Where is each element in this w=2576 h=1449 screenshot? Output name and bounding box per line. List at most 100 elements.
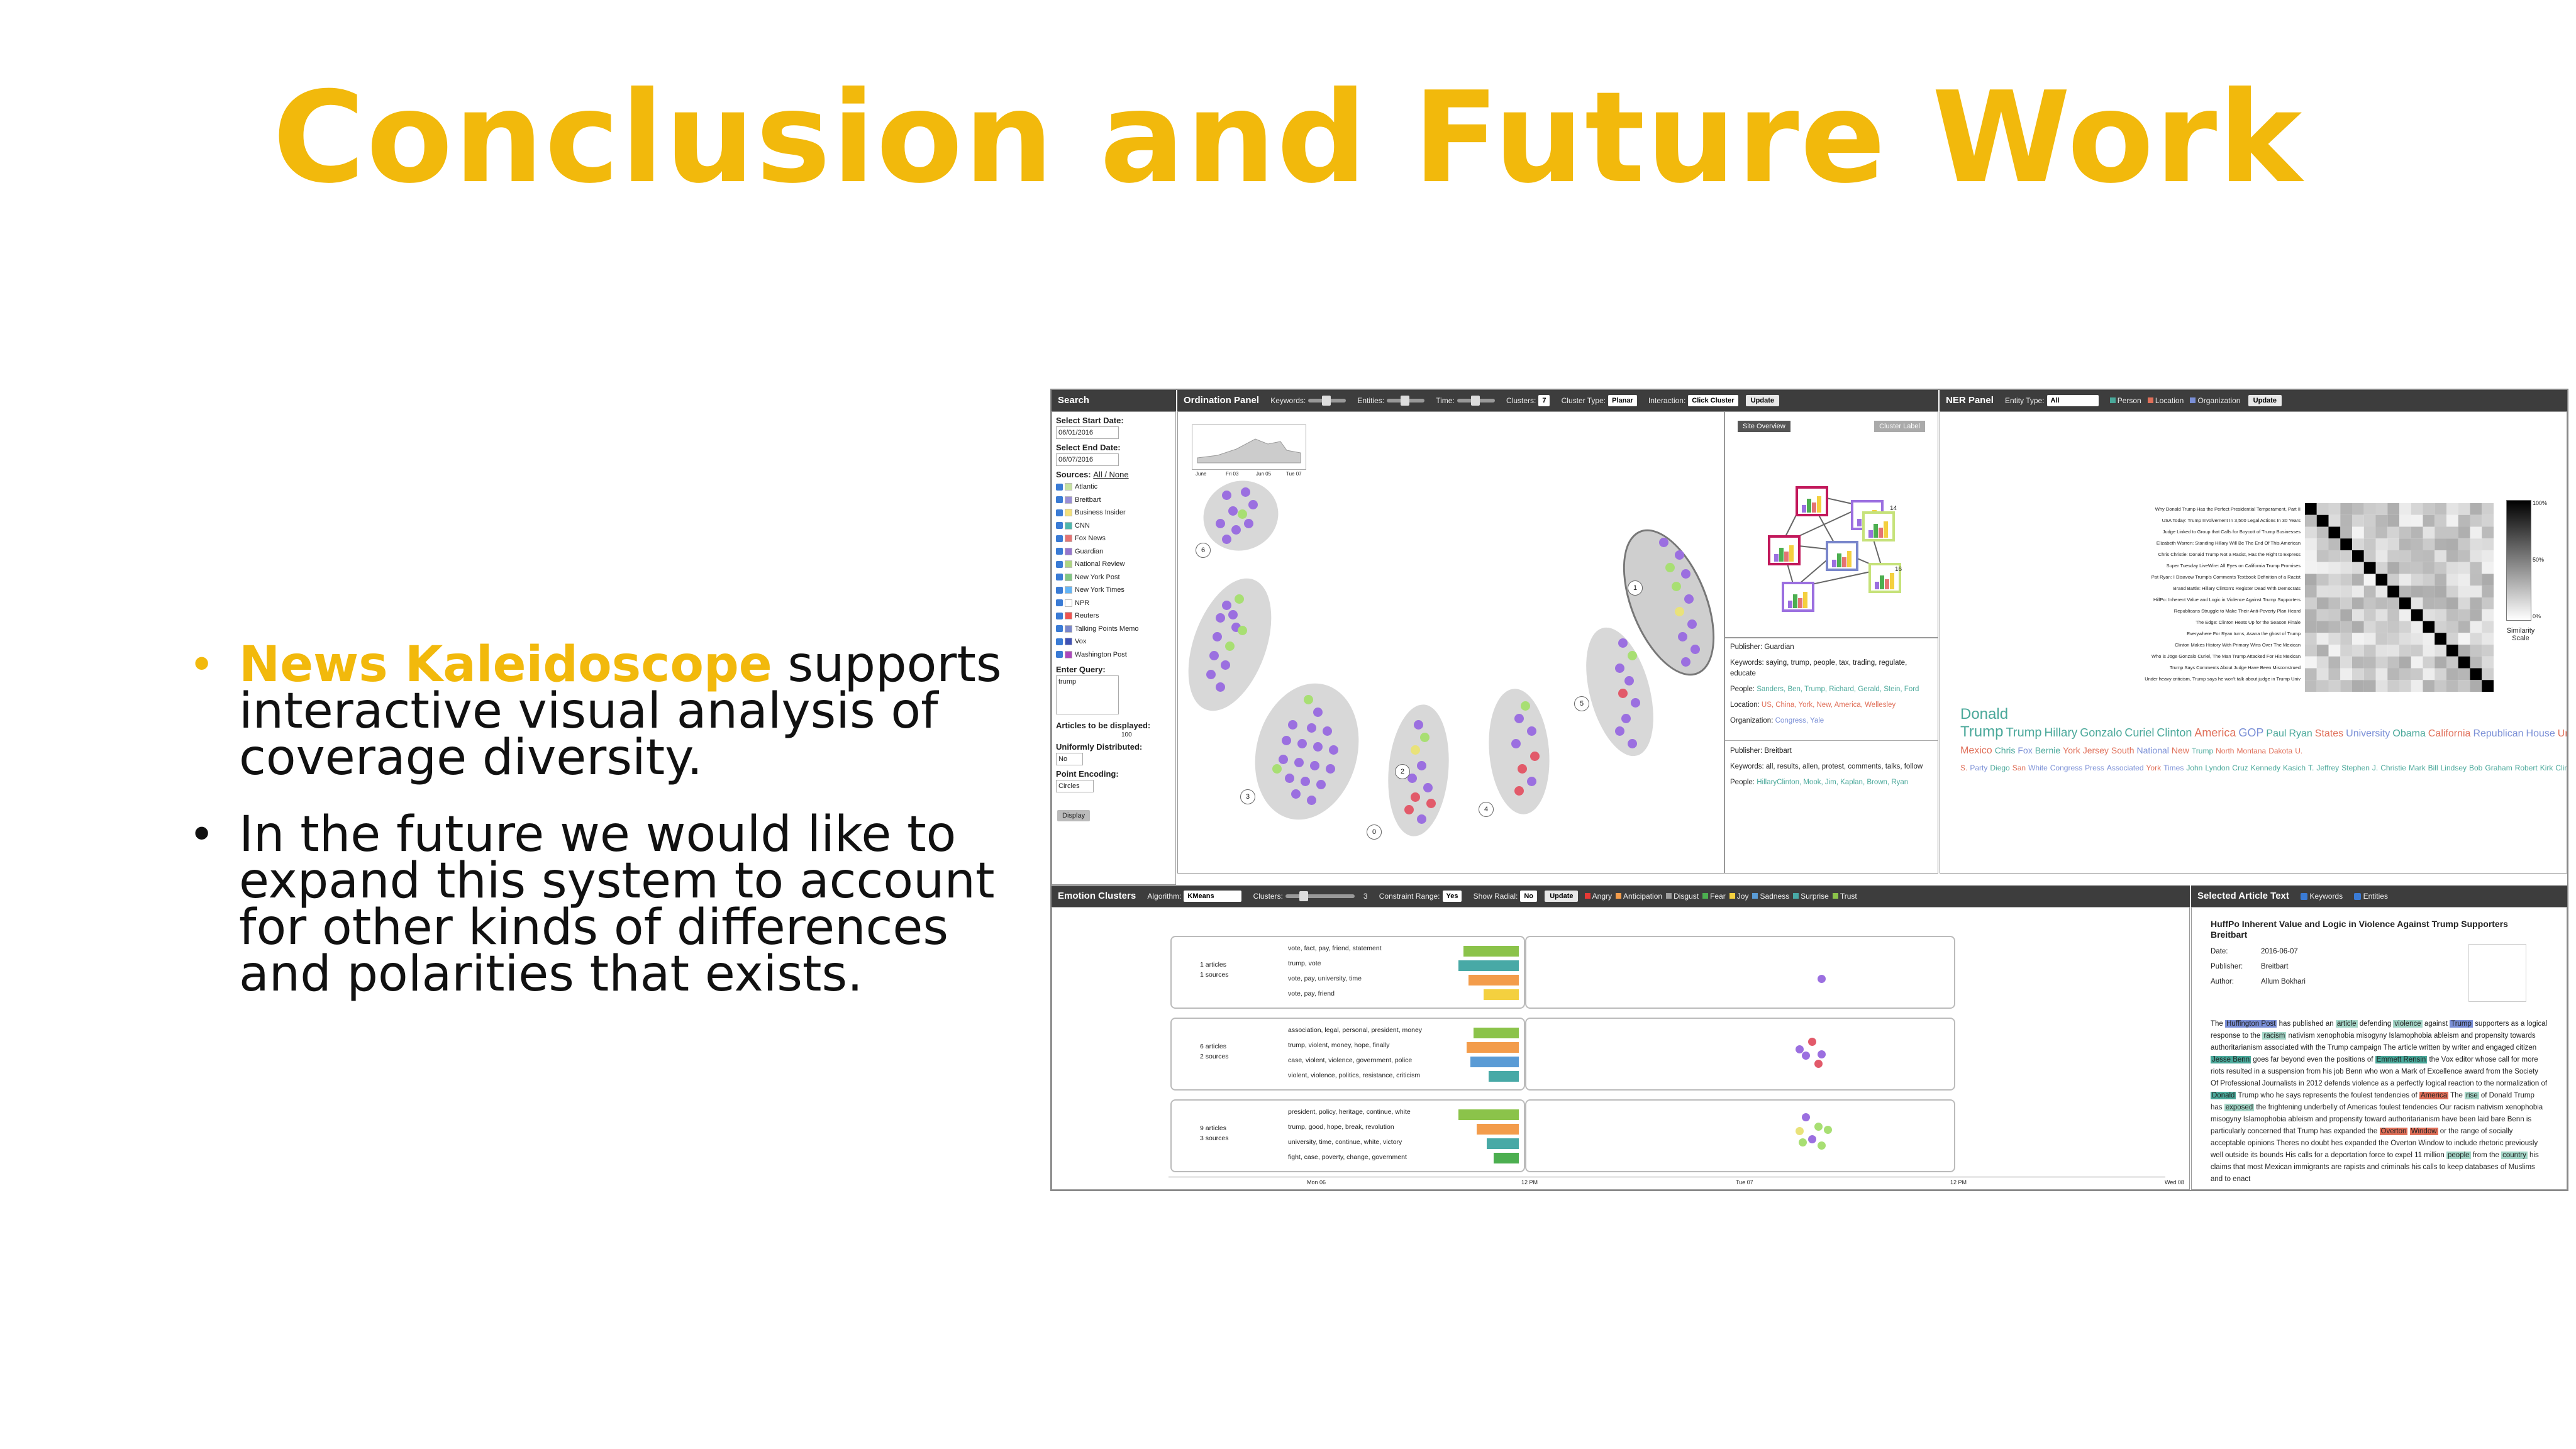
cluster-number[interactable]: 2 — [1395, 764, 1410, 779]
heatmap-cell[interactable] — [2305, 586, 2317, 597]
entity-term[interactable]: Republican — [2473, 728, 2523, 739]
heatmap-cell[interactable] — [2363, 562, 2376, 574]
heatmap-cell[interactable] — [2340, 621, 2352, 633]
heatmap-cell[interactable] — [2375, 562, 2388, 574]
heatmap-cell[interactable] — [2458, 538, 2470, 550]
heatmap-cell[interactable] — [2399, 633, 2411, 645]
source-item[interactable]: Fox News — [1056, 532, 1175, 545]
heatmap-cell[interactable] — [2352, 680, 2364, 692]
heatmap-cell[interactable] — [2340, 550, 2352, 562]
article-entity-highlight[interactable]: violence — [2393, 1020, 2423, 1028]
graph-node[interactable] — [1862, 511, 1895, 541]
articles-count[interactable]: 100 — [1121, 731, 1175, 738]
heatmap-cell[interactable] — [2305, 514, 2317, 527]
heatmap-cell[interactable] — [2363, 597, 2376, 609]
graph-node[interactable] — [1782, 582, 1814, 612]
heatmap-cell[interactable] — [2458, 514, 2470, 527]
emotion-article-dot[interactable] — [1814, 1123, 1823, 1131]
entity-term[interactable]: Hillary — [2045, 726, 2078, 740]
article-point[interactable] — [1285, 774, 1294, 783]
heatmap-cell[interactable] — [2352, 609, 2364, 621]
article-point[interactable] — [1326, 764, 1335, 774]
interaction-select[interactable]: Click Cluster — [1688, 395, 1738, 407]
heatmap-cell[interactable] — [2305, 597, 2317, 609]
heatmap-cell[interactable] — [2423, 538, 2435, 550]
heatmap-cell[interactable] — [2446, 574, 2458, 586]
heatmap-cell[interactable] — [2446, 514, 2458, 527]
heatmap-cell[interactable] — [2340, 562, 2352, 574]
heatmap-cell[interactable] — [2482, 633, 2494, 645]
source-checkbox[interactable] — [1056, 599, 1063, 607]
article-entity-highlight[interactable]: country — [2501, 1152, 2528, 1159]
point-encoding-select[interactable]: Circles — [1056, 780, 1094, 792]
heatmap-cell[interactable] — [2446, 680, 2458, 692]
heatmap-cell[interactable] — [2387, 538, 2399, 550]
heatmap-row-label[interactable]: Super Tuesday LiveWire: All Eyes on Cali… — [2099, 563, 2301, 569]
source-item[interactable]: Washington Post — [1056, 648, 1175, 662]
entity-term[interactable]: Montana — [2236, 747, 2266, 755]
heatmap-cell[interactable] — [2316, 562, 2329, 574]
similarity-heatmap[interactable] — [2305, 503, 2494, 692]
keywords-slider[interactable] — [1308, 396, 1346, 406]
heatmap-cell[interactable] — [2387, 656, 2399, 669]
heatmap-cell[interactable] — [2458, 574, 2470, 586]
heatmap-cell[interactable] — [2446, 526, 2458, 539]
heatmap-cell[interactable] — [2352, 514, 2364, 527]
article-point[interactable] — [1414, 720, 1423, 730]
heatmap-cell[interactable] — [2387, 621, 2399, 633]
radial-select[interactable]: No — [1520, 891, 1538, 902]
article-point[interactable] — [1530, 752, 1540, 761]
source-checkbox[interactable] — [1056, 638, 1063, 645]
entity-term[interactable]: Kasich — [2283, 763, 2306, 772]
article-point[interactable] — [1323, 726, 1332, 736]
source-checkbox[interactable] — [1056, 548, 1063, 555]
article-point[interactable] — [1209, 651, 1219, 660]
heatmap-cell[interactable] — [2470, 621, 2482, 633]
entity-term[interactable]: New — [2172, 745, 2189, 755]
heatmap-cell[interactable] — [2482, 526, 2494, 539]
source-item[interactable]: Reuters — [1056, 609, 1175, 623]
article-point[interactable] — [1672, 582, 1681, 591]
heatmap-cell[interactable] — [2482, 574, 2494, 586]
heatmap-cell[interactable] — [2375, 526, 2388, 539]
emotion-bar[interactable] — [1463, 946, 1519, 957]
heatmap-cell[interactable] — [2399, 597, 2411, 609]
ner-update-button[interactable]: Update — [2248, 395, 2282, 407]
heatmap-cell[interactable] — [2411, 645, 2423, 657]
heatmap-cell[interactable] — [2458, 550, 2470, 562]
graph-node[interactable] — [1768, 535, 1801, 565]
heatmap-cell[interactable] — [2470, 680, 2482, 692]
site-network-graph[interactable] — [1725, 431, 1938, 638]
heatmap-cell[interactable] — [2423, 586, 2435, 597]
entity-term[interactable]: States — [2315, 728, 2343, 739]
article-point[interactable] — [1631, 698, 1640, 708]
heatmap-row-label[interactable]: Pat Ryan: I Disavow Trump's Comments Tex… — [2099, 574, 2301, 580]
heatmap-cell[interactable] — [2305, 609, 2317, 621]
article-point[interactable] — [1628, 739, 1637, 748]
heatmap-cell[interactable] — [2363, 680, 2376, 692]
source-item[interactable]: New York Post — [1056, 571, 1175, 584]
heatmap-cell[interactable] — [2316, 550, 2329, 562]
entity-term[interactable]: Graham — [2485, 763, 2512, 772]
emotion-legend-item[interactable]: Angry — [1584, 892, 1612, 901]
heatmap-cell[interactable] — [2482, 503, 2494, 515]
emotion-clusters-slider[interactable] — [1285, 891, 1355, 902]
heatmap-cell[interactable] — [2375, 538, 2388, 550]
emotion-article-dot[interactable] — [1814, 1060, 1823, 1068]
entity-term[interactable]: Stephen — [2341, 763, 2370, 772]
article-point[interactable] — [1521, 701, 1530, 711]
source-checkbox[interactable] — [1056, 483, 1063, 491]
article-point[interactable] — [1231, 525, 1241, 535]
heatmap-cell[interactable] — [2340, 633, 2352, 645]
article-point[interactable] — [1690, 645, 1700, 654]
heatmap-cell[interactable] — [2411, 609, 2423, 621]
heatmap-cell[interactable] — [2328, 645, 2341, 657]
heatmap-cell[interactable] — [2434, 680, 2446, 692]
article-entity-highlight[interactable]: Overton — [2379, 1128, 2408, 1135]
start-date-input[interactable]: 06/01/2016 — [1056, 426, 1119, 439]
heatmap-cell[interactable] — [2434, 609, 2446, 621]
emotion-bar[interactable] — [1486, 1138, 1519, 1149]
heatmap-cell[interactable] — [2352, 562, 2364, 574]
heatmap-cell[interactable] — [2352, 668, 2364, 680]
display-button[interactable]: Display — [1057, 810, 1091, 821]
